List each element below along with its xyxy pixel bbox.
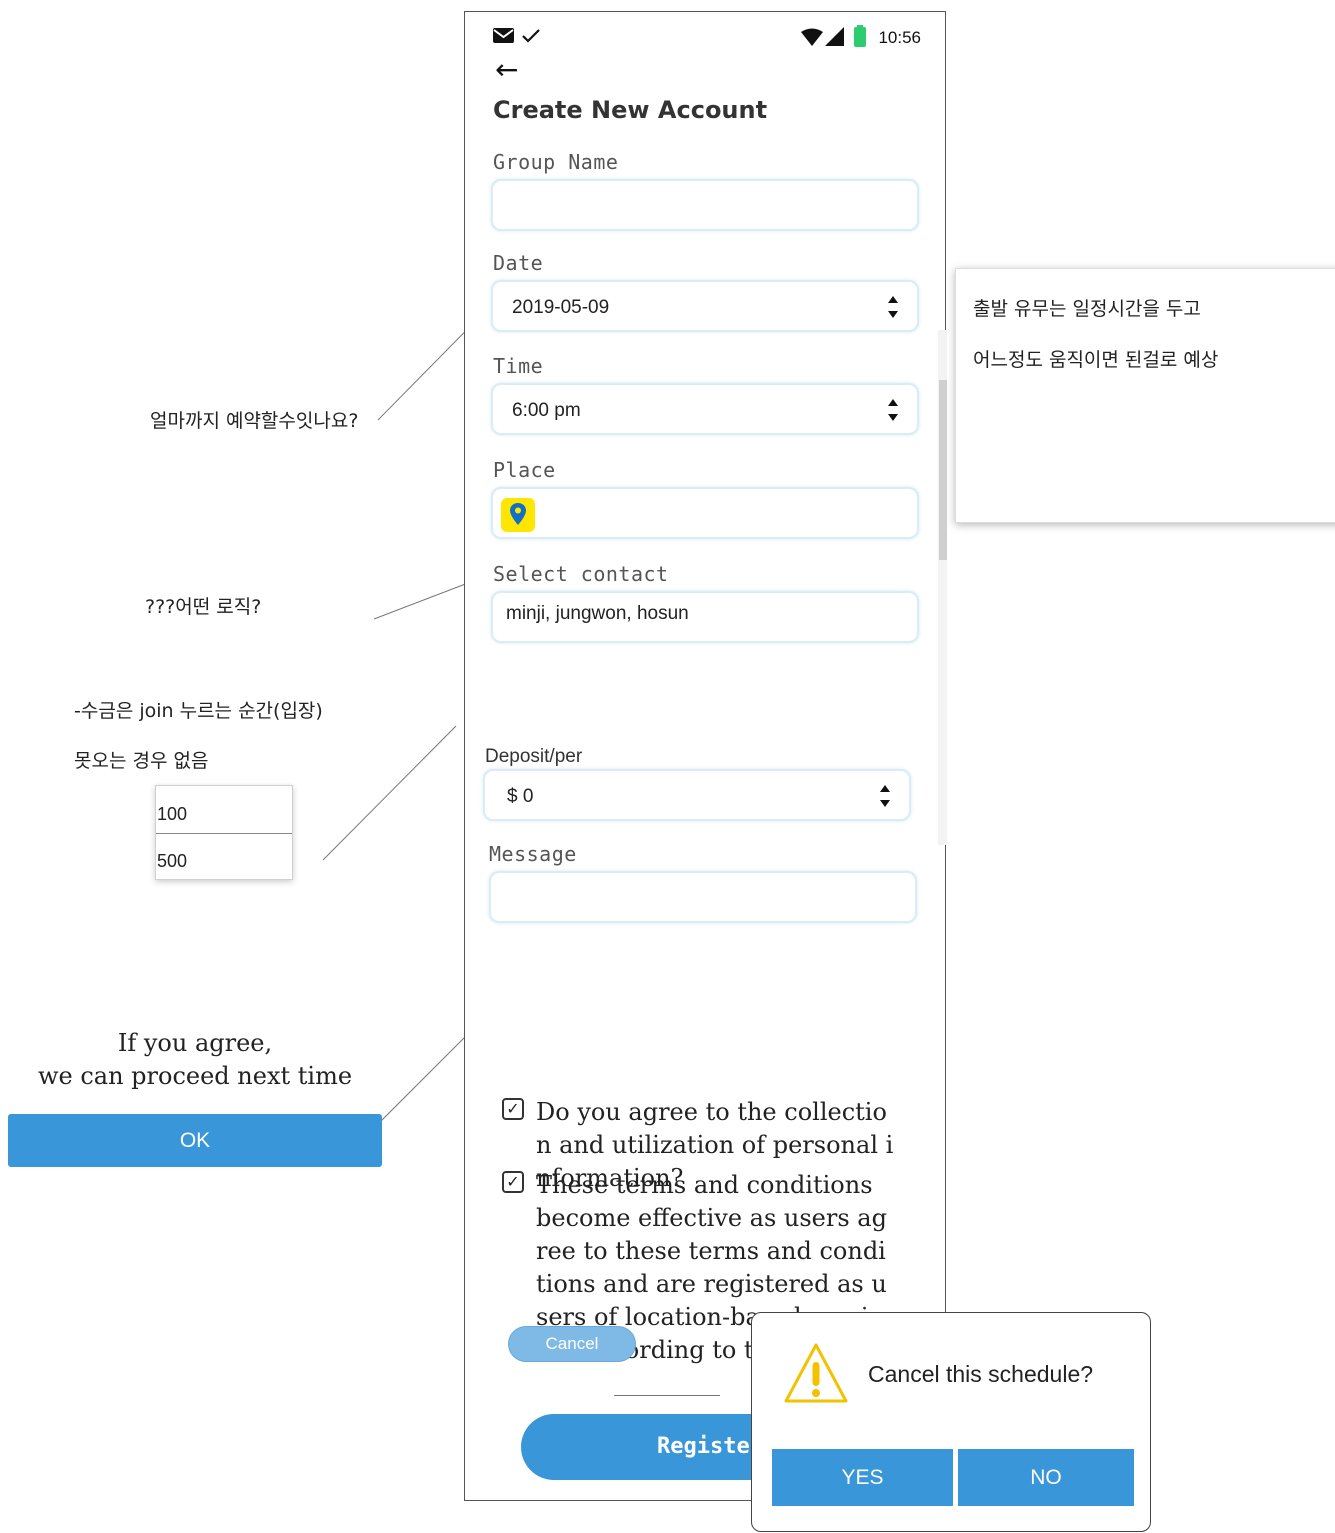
deposit-label: Deposit/per bbox=[485, 746, 583, 767]
list-item[interactable]: 500 bbox=[156, 834, 292, 881]
date-value: 2019-05-09 bbox=[512, 297, 610, 318]
battery-icon bbox=[854, 25, 866, 47]
message-label: Message bbox=[489, 842, 577, 866]
select-contact-input[interactable]: minji, jungwon, hosun bbox=[491, 591, 919, 643]
mail-icon bbox=[493, 28, 514, 43]
wifi-icon bbox=[801, 28, 823, 46]
divider bbox=[614, 1395, 720, 1396]
scrollbar-thumb[interactable] bbox=[939, 380, 947, 560]
agree-checkbox-2[interactable]: ✓ bbox=[502, 1171, 524, 1193]
back-arrow-icon[interactable]: ← bbox=[495, 56, 518, 84]
annotation-departure-1: 출발 유무는 일정시간을 두고 bbox=[973, 298, 1201, 320]
place-label: Place bbox=[493, 458, 556, 482]
annotation-deposit-2: 못오는 경우 없음 bbox=[74, 750, 209, 772]
annotation-logic: ???어떤 로직? bbox=[145, 596, 262, 618]
time-input[interactable]: 6:00 pm bbox=[491, 383, 919, 435]
annotation-deposit-1: -수금은 join 누르는 순간(입장) bbox=[74, 700, 323, 722]
group-name-label: Group Name bbox=[493, 150, 619, 174]
no-button[interactable]: NO bbox=[958, 1449, 1134, 1506]
cancel-dialog: Cancel this schedule? YES NO bbox=[751, 1312, 1151, 1532]
message-input[interactable] bbox=[489, 871, 917, 923]
signal-icon bbox=[825, 27, 844, 46]
annotation-departure-2: 어느정도 움직이면 된걸로 예상 bbox=[973, 349, 1219, 371]
deposit-options-list: 100 500 bbox=[155, 785, 293, 880]
check-icon bbox=[522, 29, 540, 43]
contact-value: minji, jungwon, hosun bbox=[506, 603, 689, 624]
deposit-value: $ 0 bbox=[507, 786, 534, 807]
agree-checkbox-1[interactable]: ✓ bbox=[502, 1098, 524, 1120]
spinner-icon[interactable] bbox=[887, 294, 899, 320]
list-item[interactable]: 100 bbox=[156, 786, 292, 834]
spinner-icon[interactable] bbox=[887, 397, 899, 423]
dialog-message: Cancel this schedule? bbox=[868, 1361, 1094, 1387]
time-label: Time bbox=[493, 354, 544, 378]
spinner-icon[interactable] bbox=[879, 783, 891, 809]
deposit-input[interactable]: $ 0 bbox=[483, 769, 911, 821]
yes-button[interactable]: YES bbox=[772, 1449, 953, 1506]
cancel-button[interactable]: Cancel bbox=[508, 1326, 636, 1362]
location-pin-icon[interactable] bbox=[501, 498, 535, 532]
group-name-input[interactable] bbox=[491, 179, 919, 231]
select-contact-label: Select contact bbox=[493, 562, 669, 586]
warning-icon bbox=[784, 1343, 848, 1403]
annotation-reservation: 얼마까지 예약할수잇나요? bbox=[150, 410, 359, 432]
date-input[interactable]: 2019-05-09 bbox=[491, 280, 919, 332]
place-input[interactable] bbox=[491, 487, 919, 539]
status-time: 10:56 bbox=[878, 28, 921, 47]
annotation-agree-1: If you agree, bbox=[117, 1029, 273, 1057]
status-bar: 10:56 bbox=[465, 12, 945, 62]
annotation-agree-2: we can proceed next time bbox=[37, 1062, 353, 1090]
date-label: Date bbox=[493, 251, 544, 275]
time-value: 6:00 pm bbox=[512, 400, 581, 421]
ok-button[interactable]: OK bbox=[8, 1114, 382, 1167]
page-title: Create New Account bbox=[493, 96, 768, 124]
annotation-departure-box: 출발 유무는 일정시간을 두고 어느정도 움직이면 된걸로 예상 bbox=[955, 268, 1335, 523]
